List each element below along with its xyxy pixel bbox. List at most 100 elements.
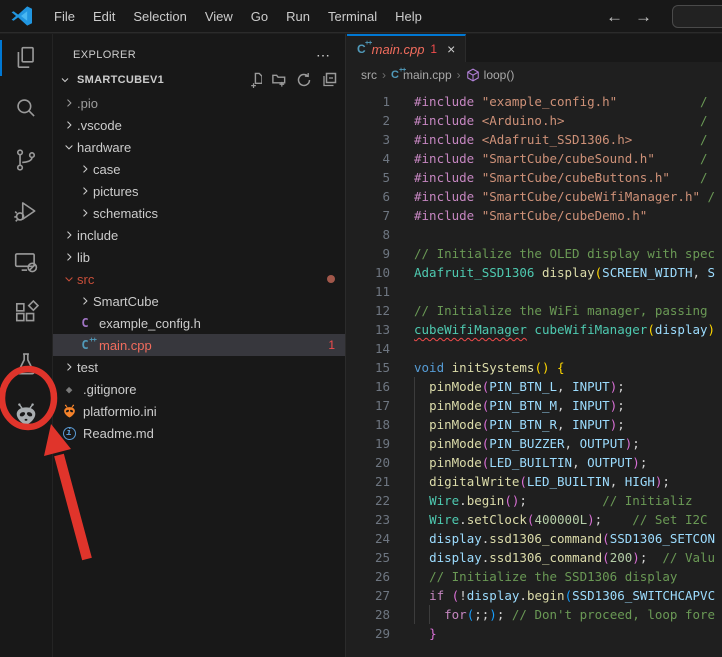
code-line-17[interactable]: 17 pinMode(PIN_BTN_M, INPUT); bbox=[347, 396, 722, 415]
code-line-18[interactable]: 18 pinMode(PIN_BTN_R, INPUT); bbox=[347, 415, 722, 434]
code-line-6[interactable]: 6#include "SmartCube/cubeWifiManager.h" … bbox=[347, 187, 722, 206]
tab-error-badge: 1 bbox=[430, 42, 437, 56]
code-line-13[interactable]: 13cubeWifiManager cubeWifiManager(displa… bbox=[347, 320, 722, 339]
chevron-right-icon bbox=[61, 227, 77, 243]
project-root-row[interactable]: SMARTCUBEV1 bbox=[53, 68, 345, 92]
activitybar-source-control-icon[interactable] bbox=[0, 136, 52, 184]
nav-forward-button[interactable]: → bbox=[635, 8, 652, 25]
tree-item-test[interactable]: test bbox=[53, 356, 345, 378]
tree-item-example-config-h[interactable]: Cexample_config.h bbox=[53, 312, 345, 334]
code-line-26[interactable]: 26 // Initialize the SSD1306 display bbox=[347, 567, 722, 586]
tab-main-cpp[interactable]: C++ main.cpp 1 × bbox=[347, 34, 466, 62]
breadcrumb-main-cpp[interactable]: C++main.cpp bbox=[391, 68, 452, 82]
cpp-file-icon: C++ bbox=[357, 40, 366, 58]
tree-item--vscode[interactable]: .vscode bbox=[53, 114, 345, 136]
activitybar-run-debug-icon[interactable] bbox=[0, 187, 52, 235]
code-line-10[interactable]: 10Adafruit_SSD1306 display(SCREEN_WIDTH,… bbox=[347, 263, 722, 282]
code-line-5[interactable]: 5#include "SmartCube/cubeButtons.h" / bbox=[347, 168, 722, 187]
code-editor[interactable]: 1#include "example_config.h" /2#include … bbox=[347, 87, 722, 643]
collapse-all-button[interactable] bbox=[321, 72, 337, 88]
activitybar-extensions-icon[interactable] bbox=[0, 289, 52, 337]
vscode-window: FileEditSelectionViewGoRunTerminalHelp ←… bbox=[0, 0, 722, 657]
menu-item-terminal[interactable]: Terminal bbox=[319, 5, 386, 28]
tab-close-icon[interactable]: × bbox=[447, 41, 455, 57]
breadcrumb-loop-[interactable]: loop() bbox=[466, 68, 515, 82]
chevron-right-icon bbox=[77, 205, 93, 221]
indent-guide bbox=[414, 377, 415, 624]
menu-item-run[interactable]: Run bbox=[277, 5, 319, 28]
chevron-right-icon bbox=[61, 249, 77, 265]
menu-item-view[interactable]: View bbox=[196, 5, 242, 28]
chevron-right-icon bbox=[61, 359, 77, 375]
new-folder-button[interactable] bbox=[271, 72, 287, 88]
c-header-icon: C bbox=[77, 315, 93, 331]
code-line-8[interactable]: 8 bbox=[347, 225, 722, 244]
breadcrumb-src[interactable]: src bbox=[361, 68, 377, 82]
code-line-14[interactable]: 14 bbox=[347, 339, 722, 358]
activity-bar bbox=[0, 34, 52, 657]
explorer-sidebar: EXPLORER ⋯ SMARTCUBEV1 .pio.vscodehardwa… bbox=[52, 34, 346, 657]
menu-bar: FileEditSelectionViewGoRunTerminalHelp bbox=[45, 5, 431, 28]
tree-item-smartcube[interactable]: SmartCube bbox=[53, 290, 345, 312]
menu-item-file[interactable]: File bbox=[45, 5, 84, 28]
activitybar-remote-explorer-icon[interactable] bbox=[0, 238, 52, 286]
code-line-3[interactable]: 3#include <Adafruit_SSD1306.h> / bbox=[347, 130, 722, 149]
indent-guide bbox=[429, 605, 430, 624]
activitybar-platformio-icon[interactable] bbox=[0, 391, 52, 439]
activitybar-test-flask-icon[interactable] bbox=[0, 340, 52, 388]
cpp-icon: C++ bbox=[77, 337, 93, 353]
file-tree: .pio.vscodehardwarecasepicturesschematic… bbox=[53, 92, 345, 444]
refresh-button[interactable] bbox=[296, 72, 312, 88]
breadcrumb-separator: › bbox=[457, 68, 461, 82]
menu-item-selection[interactable]: Selection bbox=[124, 5, 195, 28]
code-line-7[interactable]: 7#include "SmartCube/cubeDemo.h" bbox=[347, 206, 722, 225]
tree-item-case[interactable]: case bbox=[53, 158, 345, 180]
info-icon: i bbox=[61, 425, 77, 441]
chevron-down-icon bbox=[61, 139, 77, 155]
code-line-27[interactable]: 27 if (!display.begin(SSD1306_SWITCHCAPV… bbox=[347, 586, 722, 605]
chevron-right-icon bbox=[77, 293, 93, 309]
code-line-25[interactable]: 25 display.ssd1306_command(200); // Valu bbox=[347, 548, 722, 567]
nav-back-button[interactable]: ← bbox=[606, 8, 623, 25]
new-file-button[interactable] bbox=[246, 72, 262, 88]
code-line-28[interactable]: 28 for(;;); // Don't proceed, loop fore bbox=[347, 605, 722, 624]
tree-item-schematics[interactable]: schematics bbox=[53, 202, 345, 224]
tree-item-pictures[interactable]: pictures bbox=[53, 180, 345, 202]
tree-item--pio[interactable]: .pio bbox=[53, 92, 345, 114]
tree-item-readme-md[interactable]: iReadme.md bbox=[53, 422, 345, 444]
tree-item-main-cpp[interactable]: C++main.cpp1 bbox=[53, 334, 345, 356]
code-line-19[interactable]: 19 pinMode(PIN_BUZZER, OUTPUT); bbox=[347, 434, 722, 453]
activitybar-search-icon[interactable] bbox=[0, 85, 52, 133]
code-line-24[interactable]: 24 display.ssd1306_command(SSD1306_SETCO… bbox=[347, 529, 722, 548]
code-line-16[interactable]: 16 pinMode(PIN_BTN_L, INPUT); bbox=[347, 377, 722, 396]
menu-item-edit[interactable]: Edit bbox=[84, 5, 124, 28]
code-line-1[interactable]: 1#include "example_config.h" / bbox=[347, 92, 722, 111]
code-line-11[interactable]: 11 bbox=[347, 282, 722, 301]
explorer-title: EXPLORER bbox=[73, 49, 136, 61]
tree-item-include[interactable]: include bbox=[53, 224, 345, 246]
tab-bar: C++ main.cpp 1 × bbox=[347, 34, 722, 62]
menu-item-help[interactable]: Help bbox=[386, 5, 431, 28]
code-line-12[interactable]: 12// Initialize the WiFi manager, passin… bbox=[347, 301, 722, 320]
code-line-22[interactable]: 22 Wire.begin(); // Initializ bbox=[347, 491, 722, 510]
menu-item-go[interactable]: Go bbox=[242, 5, 277, 28]
tree-item-lib[interactable]: lib bbox=[53, 246, 345, 268]
code-line-9[interactable]: 9// Initialize the OLED display with spe… bbox=[347, 244, 722, 263]
code-line-21[interactable]: 21 digitalWrite(LED_BUILTIN, HIGH); bbox=[347, 472, 722, 491]
activitybar-explorer-icon[interactable] bbox=[0, 34, 52, 82]
code-line-20[interactable]: 20 pinMode(LED_BUILTIN, OUTPUT); bbox=[347, 453, 722, 472]
tree-item-platformio-ini[interactable]: platformio.ini bbox=[53, 400, 345, 422]
tree-item--gitignore[interactable]: ◆.gitignore bbox=[53, 378, 345, 400]
code-line-4[interactable]: 4#include "SmartCube/cubeSound.h" / bbox=[347, 149, 722, 168]
code-line-15[interactable]: 15void initSystems() { bbox=[347, 358, 722, 377]
explorer-more-actions-button[interactable]: ⋯ bbox=[316, 47, 331, 64]
code-line-2[interactable]: 2#include <Arduino.h> / bbox=[347, 111, 722, 130]
command-center-searchbox[interactable] bbox=[672, 5, 722, 28]
modified-dot-badge bbox=[327, 275, 335, 283]
tree-item-hardware[interactable]: hardware bbox=[53, 136, 345, 158]
code-line-29[interactable]: 29 } bbox=[347, 624, 722, 643]
tree-item-src[interactable]: src bbox=[53, 268, 345, 290]
code-line-23[interactable]: 23 Wire.setClock(400000L); // Set I2C bbox=[347, 510, 722, 529]
vscode-logo-icon bbox=[9, 5, 35, 27]
chevron-right-icon bbox=[77, 161, 93, 177]
